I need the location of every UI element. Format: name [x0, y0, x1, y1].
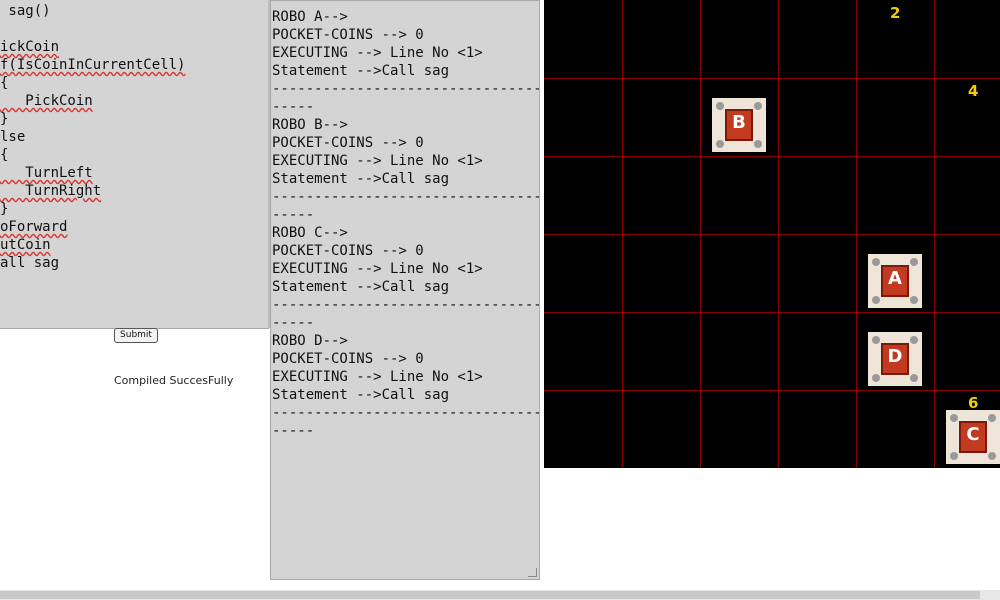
console-line: POCKET-COINS --> 0	[272, 243, 424, 259]
robot-a-icon: A	[868, 254, 922, 308]
code-line: oForward	[0, 219, 68, 235]
code-line: TurnRight	[0, 183, 102, 199]
robot-c-icon: C	[946, 410, 1000, 464]
console-line: EXECUTING --> Line No <1>	[272, 153, 483, 169]
console-line: ROBO C-->	[272, 225, 348, 241]
grid-row-line	[544, 390, 1000, 391]
robot-b-icon: B	[712, 98, 766, 152]
console-line: -----	[272, 99, 315, 115]
console-line: ROBO A-->	[272, 9, 348, 25]
console-line: ----------------------------------	[272, 405, 540, 421]
code-line: f(IsCoinInCurrentCell)	[0, 57, 186, 73]
grid-row-line	[544, 312, 1000, 313]
code-line: TurnLeft	[0, 165, 93, 181]
code-line: all sag	[0, 255, 60, 271]
console-line: EXECUTING --> Line No <1>	[272, 261, 483, 277]
code-line: }	[0, 111, 9, 127]
submit-button[interactable]: Submit	[114, 328, 158, 343]
robot-d-icon: D	[868, 332, 922, 386]
robot-grid: 246BADC	[544, 0, 1000, 468]
code-line: utCoin	[0, 237, 51, 253]
grid-row-line	[544, 234, 1000, 235]
console-line: Statement -->Call sag	[272, 387, 450, 403]
code-line: PickCoin	[0, 93, 93, 109]
console-line: EXECUTING --> Line No <1>	[272, 45, 483, 61]
resize-grip-icon[interactable]	[528, 568, 537, 577]
code-line: sag()	[0, 3, 51, 19]
console-line: -----	[272, 423, 315, 439]
scrollbar-thumb[interactable]	[0, 591, 980, 599]
console-line: POCKET-COINS --> 0	[272, 27, 424, 43]
console-line: EXECUTING --> Line No <1>	[272, 369, 483, 385]
code-line: ickCoin	[0, 39, 60, 55]
code-line: }	[0, 201, 9, 217]
console-line: -----	[272, 207, 315, 223]
coin-count: 2	[890, 4, 901, 22]
grid-row-line	[544, 78, 1000, 79]
code-line: {	[0, 75, 9, 91]
robot-letter: C	[966, 424, 980, 445]
console-line: Statement -->Call sag	[272, 279, 450, 295]
console-line: ----------------------------------	[272, 189, 540, 205]
console-line: ROBO D-->	[272, 333, 348, 349]
console-line: POCKET-COINS --> 0	[272, 135, 424, 151]
console-line: Statement -->Call sag	[272, 63, 450, 79]
horizontal-scrollbar[interactable]	[0, 590, 1000, 600]
console-line: -----	[272, 315, 315, 331]
robot-letter: B	[732, 112, 746, 133]
robot-letter: A	[888, 268, 902, 289]
console-line: Statement -->Call sag	[272, 171, 450, 187]
robot-letter: D	[887, 346, 903, 367]
compile-status: Compiled SuccesFully	[114, 374, 234, 387]
console-line: ----------------------------------	[272, 297, 540, 313]
console-line: ----------------------------------	[272, 81, 540, 97]
console-line: POCKET-COINS --> 0	[272, 351, 424, 367]
code-line: {	[0, 147, 9, 163]
console-line: ROBO B-->	[272, 117, 348, 133]
code-editor[interactable]: sag() ickCoin f(IsCoinInCurrentCell) { P…	[0, 0, 269, 329]
robot-console[interactable]: ROBO A--> POCKET-COINS --> 0 EXECUTING -->…	[270, 0, 540, 580]
grid-row-line	[544, 156, 1000, 157]
code-line: lse	[0, 129, 26, 145]
coin-count: 4	[968, 82, 979, 100]
